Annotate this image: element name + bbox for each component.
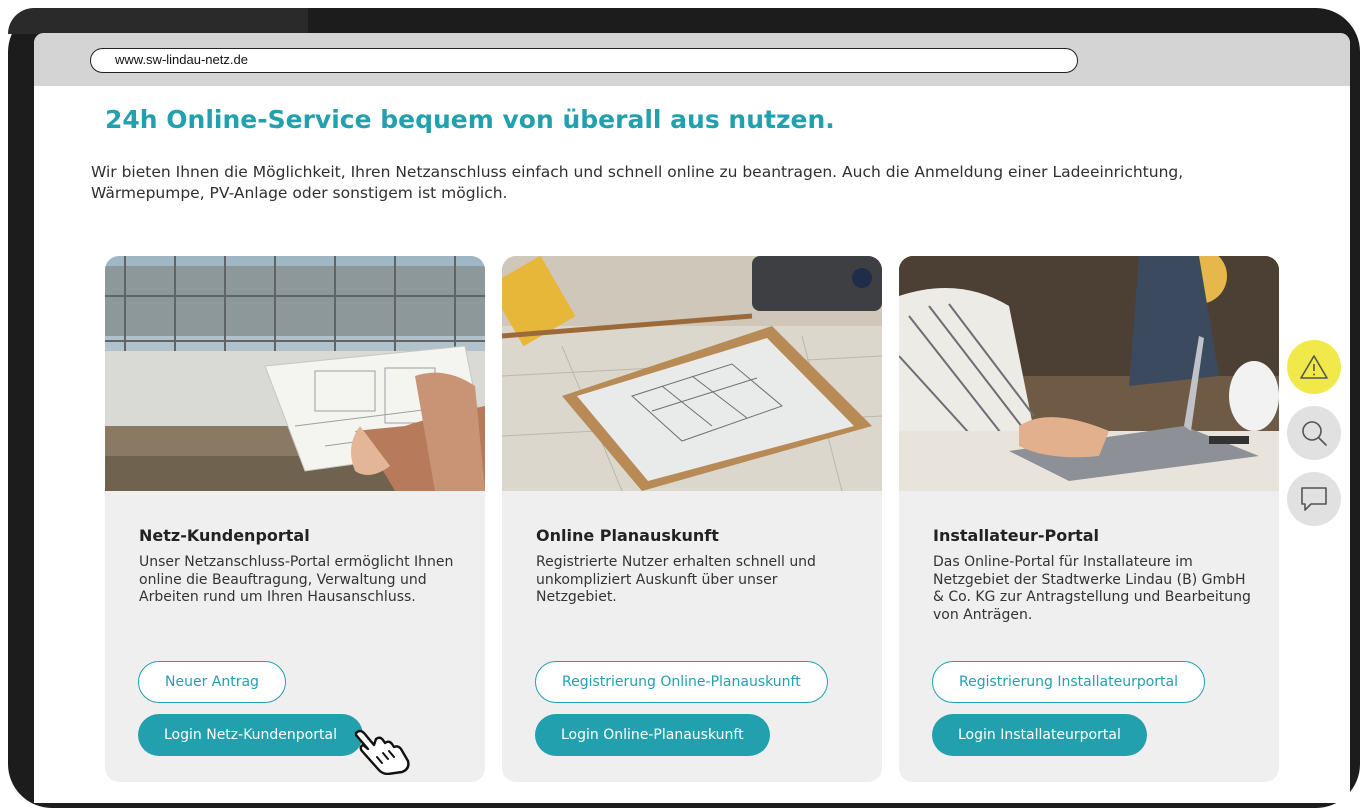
search-icon xyxy=(1302,421,1327,446)
new-request-button[interactable]: Neuer Antrag xyxy=(138,661,286,703)
card-netz-kundenportal: Netz-Kundenportal Unser Netzanschluss-Po… xyxy=(105,256,485,782)
warning-button[interactable] xyxy=(1287,340,1341,394)
register-planauskunft-button[interactable]: Registrierung Online-Planauskunft xyxy=(535,661,828,703)
login-installateurportal-button[interactable]: Login Installateurportal xyxy=(932,714,1147,756)
card-description: Das Online-Portal für Installateure im N… xyxy=(933,554,1251,623)
laptop-installer-photo xyxy=(899,256,1279,491)
login-netz-kundenportal-button[interactable]: Login Netz-Kundenportal xyxy=(138,714,363,756)
card-title: Installateur-Portal xyxy=(933,526,1100,545)
hand-pointer-icon xyxy=(354,729,410,775)
page-title: 24h Online-Service bequem von überall au… xyxy=(105,105,835,134)
chat-icon xyxy=(1301,487,1327,511)
register-installateurportal-button[interactable]: Registrierung Installateurportal xyxy=(932,661,1205,703)
url-text: www.sw-lindau-netz.de xyxy=(115,52,248,67)
warning-icon xyxy=(1300,355,1328,379)
construction-plan-photo xyxy=(105,256,485,491)
chat-button[interactable] xyxy=(1287,472,1341,526)
card-description: Registrierte Nutzer erhalten schnell und… xyxy=(536,554,816,605)
tablet-blueprint-photo xyxy=(502,256,882,491)
tablet-frame-edge xyxy=(8,8,308,34)
card-description: Unser Netzanschluss-Portal ermöglicht Ih… xyxy=(139,554,454,605)
browser-toolbar: www.sw-lindau-netz.de xyxy=(34,33,1350,86)
search-button[interactable] xyxy=(1287,406,1341,460)
card-title: Online Planauskunft xyxy=(536,526,719,545)
intro-text: Wir bieten Ihnen die Möglichkeit, Ihren … xyxy=(91,163,1184,202)
login-planauskunft-button[interactable]: Login Online-Planauskunft xyxy=(535,714,770,756)
address-bar[interactable]: www.sw-lindau-netz.de xyxy=(90,48,1078,73)
screen: www.sw-lindau-netz.de 24h Online-Service… xyxy=(34,33,1350,803)
card-online-planauskunft: Online Planauskunft Registrierte Nutzer … xyxy=(502,256,882,782)
card-title: Netz-Kundenportal xyxy=(139,526,310,545)
card-installateur-portal: Installateur-Portal Das Online-Portal fü… xyxy=(899,256,1279,782)
